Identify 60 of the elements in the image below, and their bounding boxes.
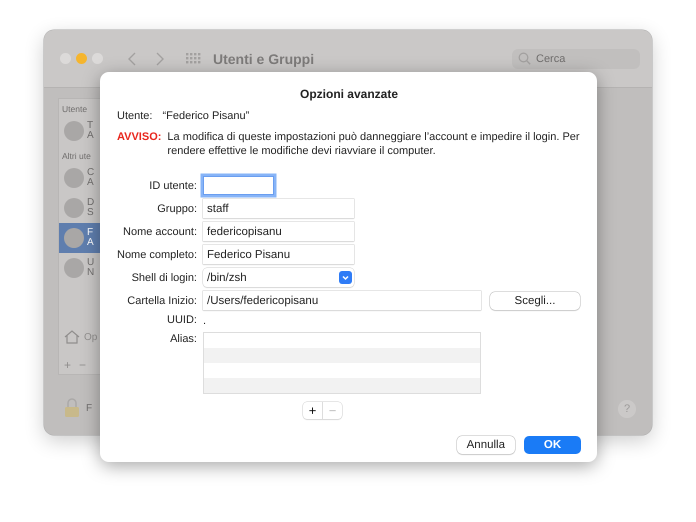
dialog-title: Opzioni avanzate [298,87,400,101]
avatar-icon [64,198,84,218]
uuid-value: . [203,314,208,328]
user-name: C [87,168,94,178]
search-icon [518,52,531,65]
alias-list[interactable] [203,332,481,394]
avatar-icon [64,258,84,278]
field-label: Gruppo: [156,202,197,214]
text-field[interactable]: staff [203,199,354,218]
avatar-icon [64,228,84,248]
back-icon[interactable] [128,52,136,66]
field-label: Shell di login: [130,272,197,284]
text-field[interactable]: /Users/federicopisanu [203,291,481,310]
chevron-icon [339,271,352,284]
window-control-button[interactable] [76,53,87,64]
field-label: Nome completo: [117,248,197,260]
avatar-icon [64,121,84,141]
text-field[interactable] [203,176,274,195]
lock-icon[interactable] [64,398,80,418]
lock-label: F [86,402,92,414]
choose-button[interactable]: Scegli... [490,292,580,310]
search-field[interactable]: Cerca [512,48,640,68]
window-title: Utenti e Gruppi [213,50,314,66]
user-name: F [87,228,94,238]
warning-text: La modifica di queste impostazioni può danneggiare l’account e impedire il login. Per rendere effettive le modifiche devi riavviare il computer. [167,130,581,158]
field-label: ID utente: [148,180,197,192]
user-name: T [87,121,94,131]
user-role: S [87,208,94,218]
section-header: Altri ute [61,150,92,163]
user-name: U [87,258,94,268]
user-item[interactable]: F A [59,223,100,253]
user-name: D [87,198,94,208]
user-name: “Federico Pisanu” [162,110,250,122]
avatar-icon [64,168,84,188]
grid-icon[interactable] [186,53,201,64]
house-icon [64,330,80,344]
warning-label: AVVISO: [117,130,162,145]
user-role: A [87,178,94,188]
add-button[interactable]: + [303,402,322,419]
text-field[interactable]: Federico Pisanu [203,245,354,264]
add-button[interactable]: + [64,358,72,372]
remove-button[interactable]: − [79,358,86,372]
shell-popup[interactable]: /bin/zsh [203,268,354,287]
field-label: Alias: [169,332,197,345]
text-field[interactable]: federicopisanu [203,222,354,241]
user-item[interactable]: C A [59,163,100,193]
user-role: A [87,238,94,248]
section-header: Utente [61,103,88,116]
user-item[interactable]: D S [59,193,100,223]
field-label: UUID: [166,314,197,328]
forward-icon[interactable] [156,52,164,66]
user-item[interactable]: T A [59,116,100,146]
field-label: Cartella Inizio: [126,294,197,306]
field-label: Nome account: [122,226,197,238]
user-role: A [87,131,94,141]
cancel-button[interactable]: Annulla [456,436,515,454]
user-role: N [87,268,94,278]
user-item[interactable]: U N [59,253,100,283]
user-label: Utente: [117,110,152,122]
ok-button[interactable]: OK [524,436,581,454]
